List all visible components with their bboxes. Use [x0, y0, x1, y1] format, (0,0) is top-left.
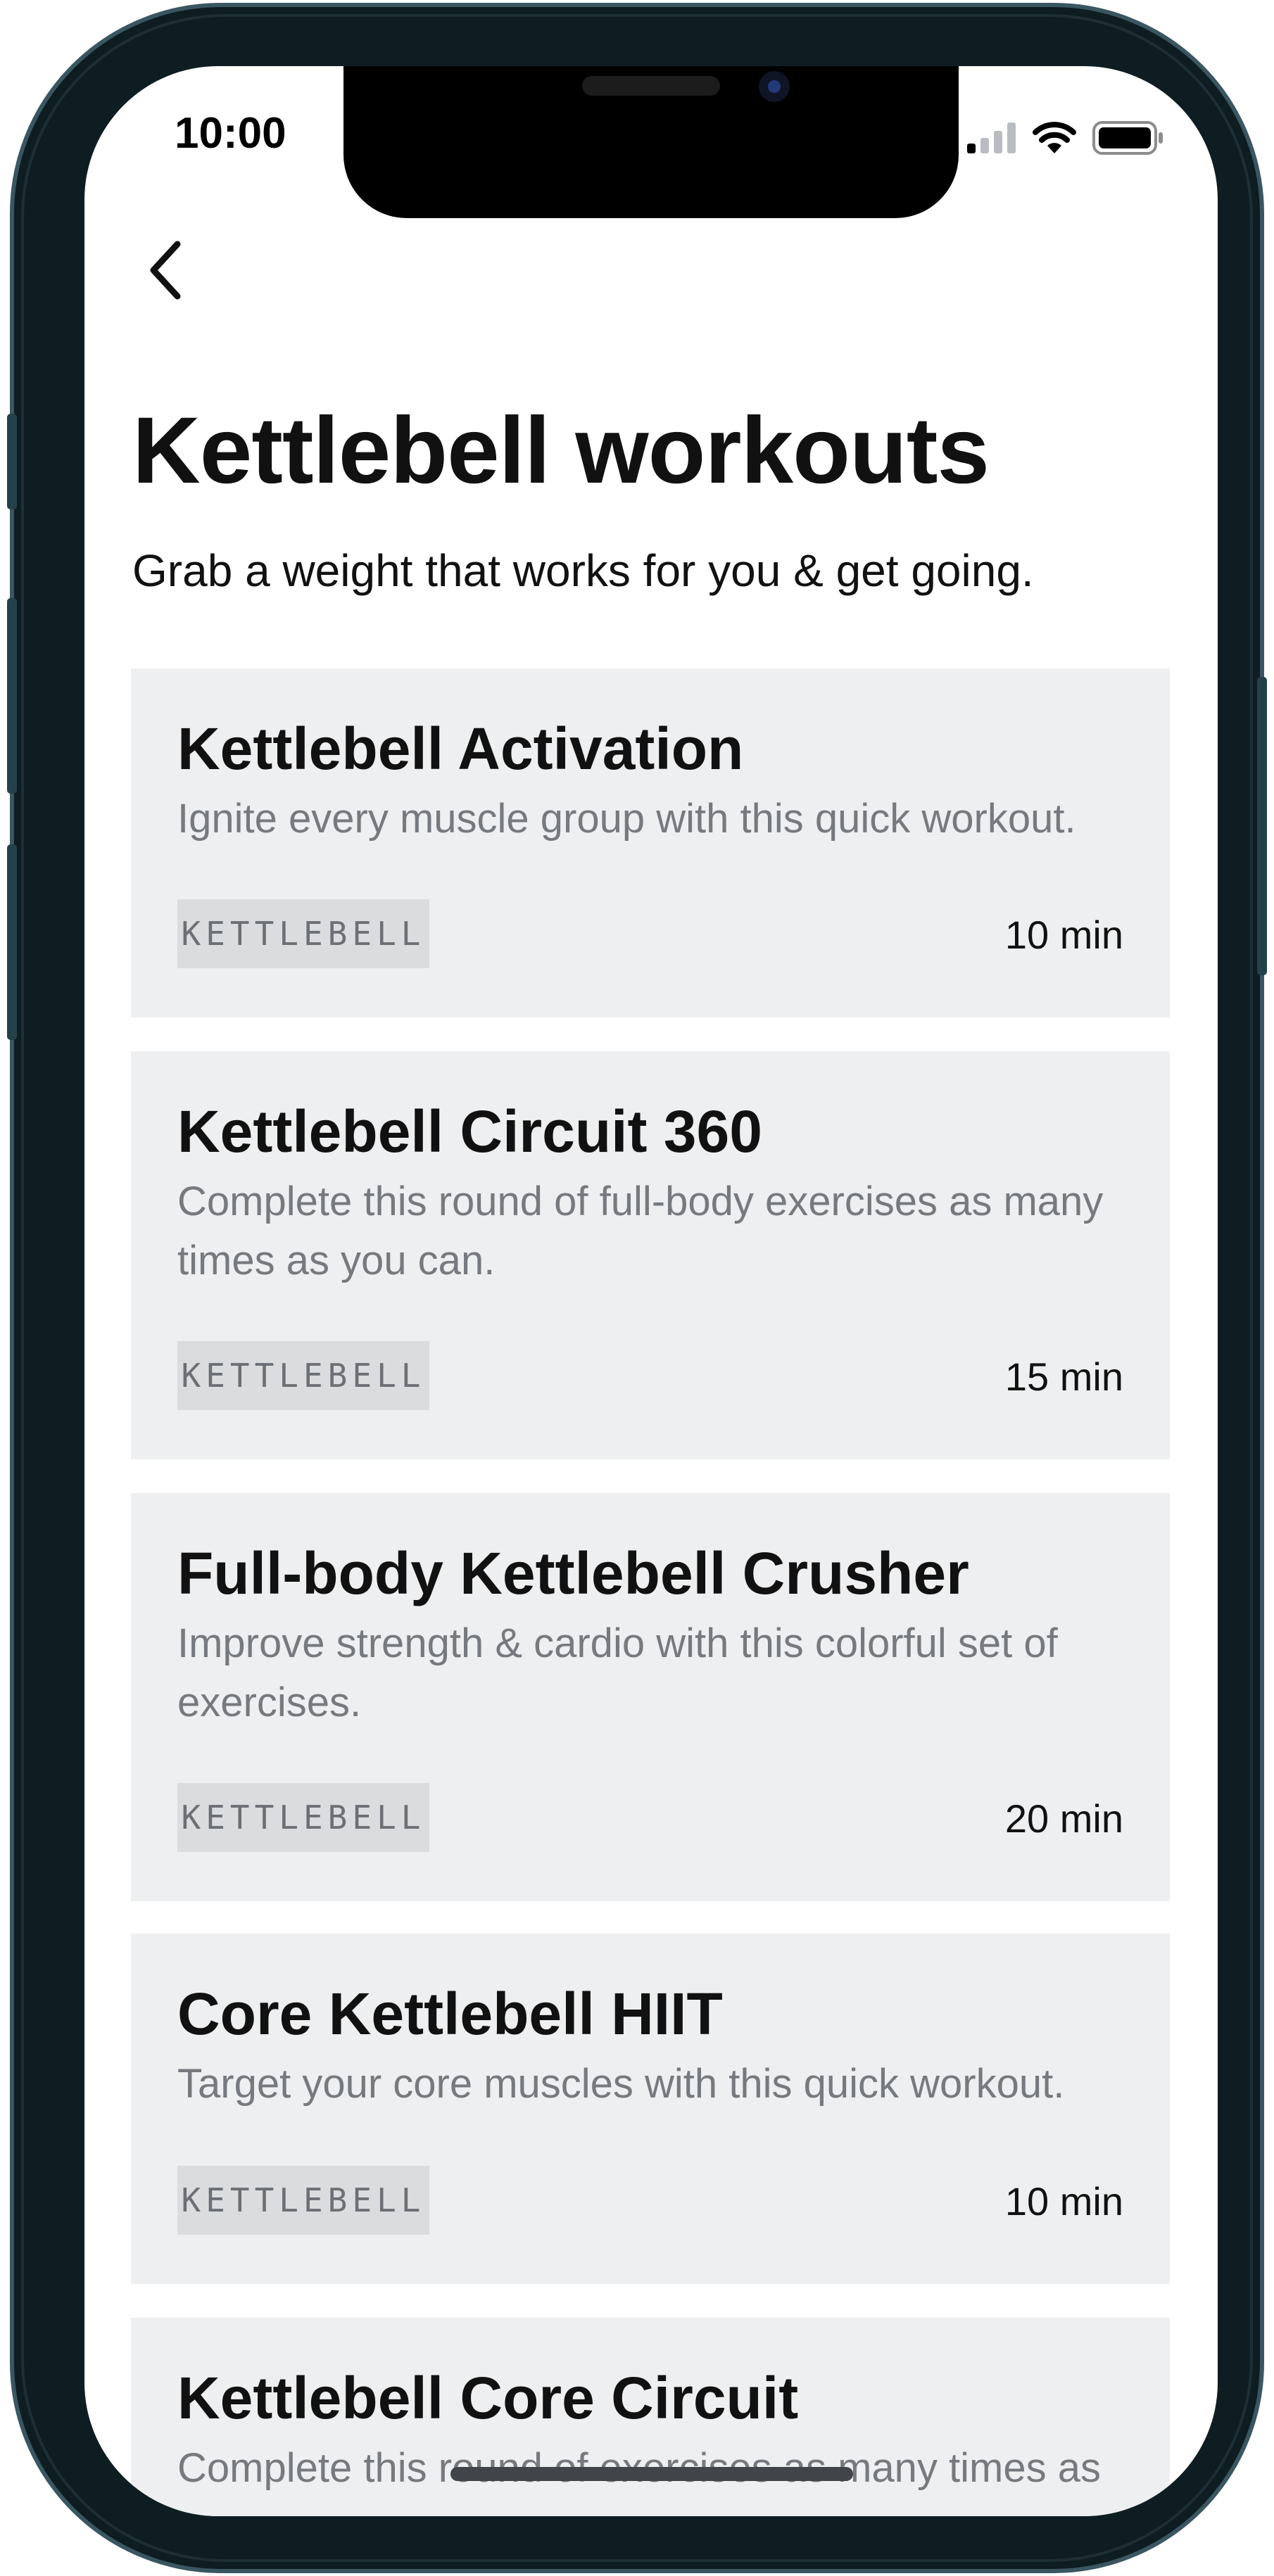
workout-card[interactable]: Kettlebell Activation Ignite every muscl…	[131, 668, 1170, 1017]
page-subtitle: Grab a weight that works for you & get g…	[132, 545, 1034, 596]
front-camera	[759, 71, 790, 102]
notch	[343, 66, 959, 218]
chevron-left-icon	[150, 241, 181, 300]
status-icons	[967, 121, 1164, 155]
wifi-icon	[1033, 122, 1076, 153]
workout-title: Kettlebell Activation	[177, 716, 744, 782]
status-time: 10:00	[175, 109, 286, 158]
equipment-tag: KETTLEBELL	[177, 1341, 429, 1410]
workout-description: Ignite every muscle group with this quic…	[177, 796, 1076, 842]
workout-duration: 10 min	[1004, 2179, 1123, 2223]
volume-up-button	[7, 598, 17, 794]
silent-switch	[7, 414, 17, 509]
phone-frame: 10:00 Kettlebell workouts Grab a weight …	[7, 3, 1267, 2573]
workout-duration: 10 min	[1004, 913, 1123, 957]
workout-description: Improve strength & cardio with this colo…	[177, 1620, 1058, 1725]
earpiece-speaker	[582, 76, 720, 96]
workout-title: Kettlebell Core Circuit	[177, 2365, 799, 2431]
workout-title: Kettlebell Circuit 360	[177, 1098, 762, 1165]
workout-duration: 20 min	[1004, 1796, 1123, 1841]
battery-icon	[1092, 121, 1163, 155]
back-button[interactable]	[131, 235, 201, 305]
workout-title: Core Kettlebell HIIT	[177, 1981, 723, 2047]
equipment-tag: KETTLEBELL	[177, 2166, 429, 2235]
cellular-signal-icon	[967, 122, 1016, 153]
workout-duration: 15 min	[1004, 1354, 1123, 1399]
page-title: Kettlebell workouts	[132, 398, 990, 503]
workout-card[interactable]: Kettlebell Circuit 360 Complete this rou…	[131, 1051, 1170, 1459]
power-button	[1257, 677, 1267, 975]
workout-card[interactable]: Kettlebell Core Circuit Complete this ro…	[131, 2318, 1170, 2516]
volume-down-button	[7, 844, 17, 1040]
workout-description: Target your core muscles with this quick…	[177, 2061, 1065, 2107]
screen: 10:00 Kettlebell workouts Grab a weight …	[84, 66, 1218, 2516]
equipment-tag: KETTLEBELL	[177, 1783, 429, 1852]
home-indicator[interactable]	[450, 2467, 853, 2481]
workout-title: Full-body Kettlebell Crusher	[177, 1540, 969, 1606]
workout-card[interactable]: Full-body Kettlebell Crusher Improve str…	[131, 1493, 1170, 1901]
workout-description: Complete this round of full-body exercis…	[177, 1179, 1104, 1283]
workout-card[interactable]: Core Kettlebell HIIT Target your core mu…	[131, 1934, 1170, 2284]
equipment-tag: KETTLEBELL	[177, 899, 429, 968]
